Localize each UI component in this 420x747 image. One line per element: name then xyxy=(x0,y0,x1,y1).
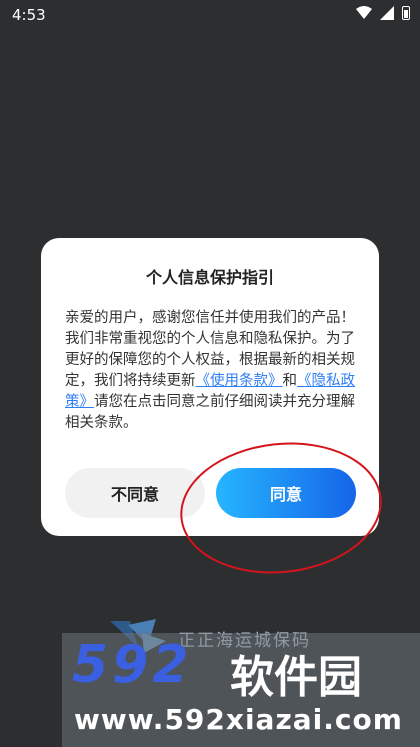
dialog-content: 亲爱的用户，感谢您信任并使用我们的产品！我们非常重视您的个人信息和隐私保护。为了… xyxy=(65,308,355,434)
status-bar: 4:53 xyxy=(0,0,420,30)
wifi-icon xyxy=(356,6,372,19)
watermark-name: 软件园 xyxy=(230,652,362,703)
dialog-title: 个人信息保护指引 xyxy=(145,268,274,287)
watermark-digits: 592 xyxy=(72,635,193,695)
battery-icon xyxy=(402,6,410,20)
watermark-url: www.592xiazai.com xyxy=(74,703,403,736)
status-time: 4:53 xyxy=(12,6,46,24)
terms-link[interactable]: 《使用条款》 xyxy=(196,373,283,389)
content-text-after: 请您在点击同意之前仔细阅读并充分理解相关条款。 xyxy=(65,394,355,431)
status-icons xyxy=(356,6,410,20)
watermark: 592 软件园 www.592xiazai.com xyxy=(62,633,420,747)
signal-icon xyxy=(380,6,394,20)
content-connector: 和 xyxy=(282,373,298,389)
